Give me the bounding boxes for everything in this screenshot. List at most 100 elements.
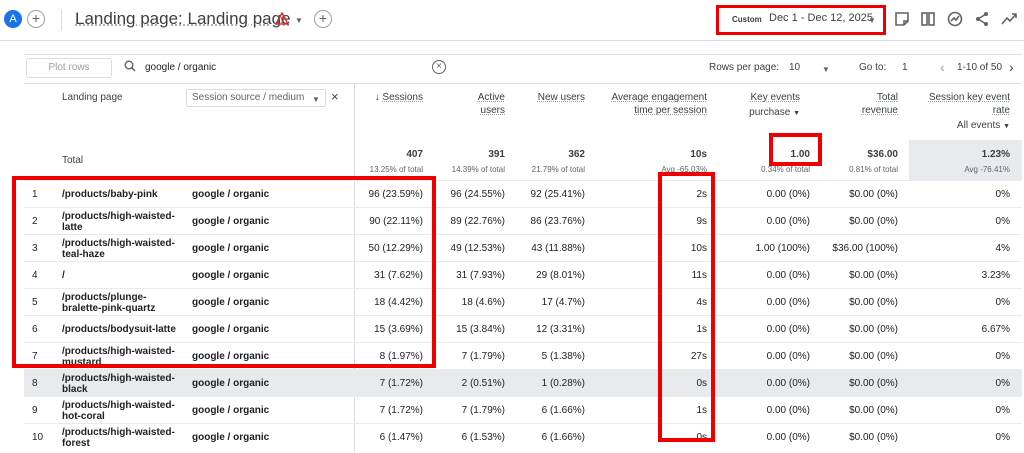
compare-icon[interactable]	[919, 10, 937, 28]
totals-revenue: $36.00 0.81% of total	[820, 148, 898, 176]
totals-new-users-sub: 21.79% of total	[531, 165, 585, 174]
rows-per-page-select[interactable]: 10	[789, 62, 800, 73]
trend-icon[interactable]	[1000, 10, 1018, 28]
new-users-cell-wrapper: 5 (1.38%)	[518, 343, 585, 370]
new-users-cell: 12 (3.31%)	[536, 324, 585, 335]
active-users-cell: 2 (0.51%)	[461, 378, 505, 389]
top-bar-divider	[0, 40, 1024, 41]
key-events-filter[interactable]: purchase ▼	[720, 106, 800, 120]
rate-cell-wrapper: 4%	[924, 235, 1010, 262]
active-users-line2: users	[480, 105, 505, 116]
landing-page-cell-wrapper: /products/high-waisted-black	[62, 370, 182, 397]
plus-icon[interactable]: +	[27, 10, 45, 28]
warning-icon[interactable]	[275, 12, 289, 25]
insights-icon[interactable]	[946, 10, 964, 28]
active-users-line1: Active	[477, 92, 505, 103]
search-input[interactable]: google / organic	[145, 62, 216, 73]
landing-page-cell[interactable]: /products/high-waisted-forest	[62, 427, 182, 449]
rate-cell: 6.67%	[981, 324, 1010, 335]
page-title[interactable]: Landing page: Landing page	[75, 9, 291, 29]
active-users-cell: 6 (1.53%)	[461, 432, 505, 443]
column-header-avg-engagement[interactable]: Average engagement time per session	[590, 91, 707, 117]
rate-cell-wrapper: 0%	[924, 289, 1010, 316]
rate-cell-wrapper: 0%	[924, 181, 1010, 208]
revenue-cell-wrapper: $0.00 (0%)	[804, 181, 898, 208]
revenue-cell-wrapper: $0.00 (0%)	[804, 343, 898, 370]
totals-rate-sub: Avg -76.41%	[964, 165, 1010, 174]
chevron-down-icon[interactable]: ▼	[312, 95, 320, 104]
table-row[interactable]: 9/products/high-waisted-hot-coral google …	[24, 396, 1022, 423]
landing-page-cell-wrapper: /products/high-waisted-forest	[62, 424, 182, 451]
rate-cell-wrapper: 0%	[924, 397, 1010, 424]
key-events-cell-wrapper: 0.00 (0%)	[714, 289, 810, 316]
new-users-cell: 43 (11.88%)	[531, 243, 585, 254]
table-row[interactable]: 10/products/high-waisted-forest google / …	[24, 423, 1022, 450]
chevron-down-icon[interactable]: ▼	[295, 16, 303, 25]
landing-page-cell-wrapper: /products/high-waisted-hot-coral	[62, 397, 182, 424]
secondary-dimension-select[interactable]: Session source / medium	[186, 89, 326, 107]
sessions-label: Sessions	[382, 92, 423, 103]
landing-page-cell[interactable]: /products/high-waisted-hot-coral	[62, 400, 182, 422]
column-header-session-key-event-rate[interactable]: Session key event rate All events ▼	[912, 91, 1010, 133]
chevron-left-icon[interactable]: ‹	[940, 59, 945, 75]
rate-cell: 0%	[995, 216, 1010, 227]
rate-filter[interactable]: All events ▼	[912, 119, 1010, 133]
column-header-key-events[interactable]: Key events purchase ▼	[720, 91, 800, 120]
divider	[61, 9, 62, 31]
close-icon[interactable]: ×	[331, 90, 339, 103]
key-events-cell-wrapper: 0.00 (0%)	[714, 424, 810, 451]
sessions-cell-wrapper: 6 (1.47%)	[358, 424, 423, 451]
key-events-filter-value: purchase	[749, 107, 791, 118]
revenue-cell: $36.00 (100%)	[832, 243, 898, 254]
date-preset-label[interactable]: Custom	[732, 15, 762, 24]
revenue-cell: $0.00 (0%)	[849, 216, 898, 227]
revenue-cell-wrapper: $0.00 (0%)	[804, 397, 898, 424]
column-header-new-users[interactable]: New users	[520, 91, 585, 104]
search-icon	[124, 60, 136, 72]
column-header-total-revenue[interactable]: Total revenue	[830, 91, 898, 117]
revenue-cell-wrapper: $0.00 (0%)	[804, 262, 898, 289]
totals-new-users: 362 21.79% of total	[520, 148, 585, 176]
clear-icon[interactable]: ×	[432, 60, 446, 74]
revenue-cell-wrapper: $0.00 (0%)	[804, 208, 898, 235]
new-users-cell-wrapper: 92 (25.41%)	[518, 181, 585, 208]
plot-rows-button[interactable]: Plot rows	[26, 58, 112, 78]
avatar[interactable]: A	[4, 10, 22, 28]
date-range-picker[interactable]: Dec 1 - Dec 12, 2025	[769, 12, 873, 24]
rate-cell-wrapper: 6.67%	[924, 316, 1010, 343]
goto-input[interactable]: 1	[902, 62, 908, 73]
table-top-border	[24, 54, 1022, 55]
table-row[interactable]: 8/products/high-waisted-black google / or…	[24, 369, 1022, 396]
new-users-cell-wrapper: 43 (11.88%)	[518, 235, 585, 262]
avg-engagement-line1: Average engagement	[611, 92, 707, 103]
column-header-sessions[interactable]: ↓ Sessions	[358, 91, 423, 104]
active-users-cell-wrapper: 96 (24.55%)	[438, 181, 505, 208]
key-events-cell-wrapper: 0.00 (0%)	[714, 316, 810, 343]
add-comparison-button[interactable]: +	[314, 10, 332, 28]
rows-highlight-box	[12, 176, 436, 368]
column-header-active-users[interactable]: Active users	[440, 91, 505, 117]
active-users-cell: 7 (1.79%)	[461, 405, 505, 416]
totals-active-users: 391 14.39% of total	[440, 148, 505, 176]
sessions-cell: 6 (1.47%)	[379, 432, 423, 443]
total-revenue-line2: revenue	[861, 105, 898, 116]
totals-new-users-value: 362	[568, 149, 585, 160]
source-medium-cell: google / organic	[192, 405, 270, 416]
column-header-landing-page[interactable]: Landing page	[62, 91, 123, 104]
chevron-down-icon[interactable]: ▼	[868, 16, 876, 25]
active-users-cell-wrapper: 49 (12.53%)	[438, 235, 505, 262]
pagination-range: 1-10 of 50	[957, 62, 1003, 73]
share-icon[interactable]	[973, 10, 991, 28]
revenue-cell-wrapper: $0.00 (0%)	[804, 289, 898, 316]
revenue-cell: $0.00 (0%)	[849, 405, 898, 416]
landing-page-cell[interactable]: /products/high-waisted-black	[62, 373, 182, 395]
total-revenue-line1: Total	[876, 92, 898, 103]
report-icon[interactable]	[893, 10, 911, 28]
active-users-cell-wrapper: 15 (3.84%)	[438, 316, 505, 343]
new-users-cell: 6 (1.66%)	[541, 432, 585, 443]
chevron-down-icon[interactable]: ▼	[822, 65, 830, 74]
active-users-cell: 31 (7.93%)	[456, 270, 505, 281]
new-users-cell-wrapper: 86 (23.76%)	[518, 208, 585, 235]
key-events-cell-wrapper: 0.00 (0%)	[714, 208, 810, 235]
chevron-right-icon[interactable]: ›	[1009, 59, 1014, 75]
